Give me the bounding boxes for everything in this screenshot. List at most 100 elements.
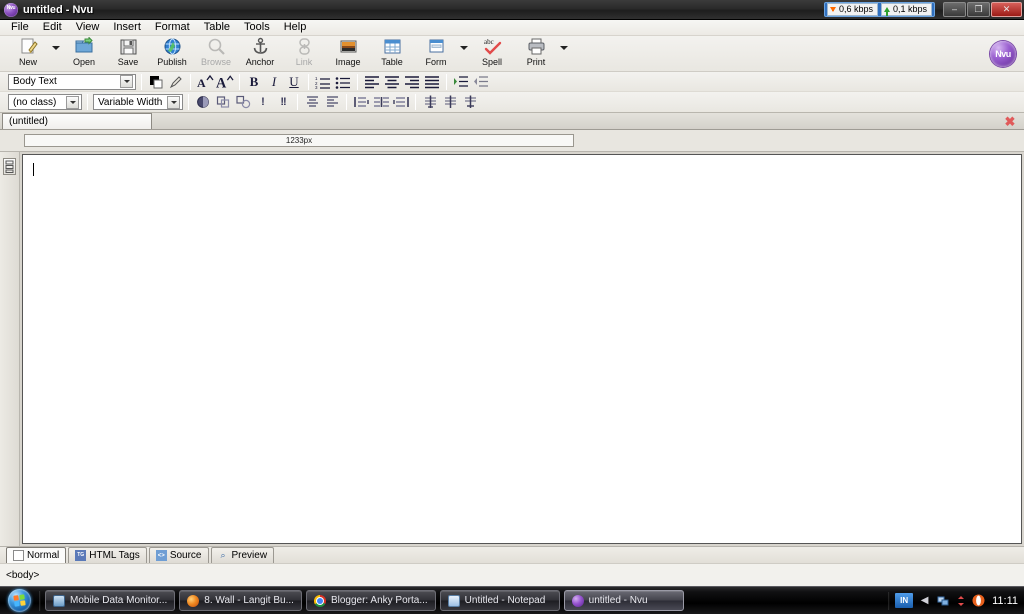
taskbar-item-nvu[interactable]: untitled - Nvu xyxy=(563,590,684,611)
network-icon[interactable] xyxy=(936,594,949,607)
menu-format[interactable]: Format xyxy=(148,20,197,35)
text-color-swatch[interactable] xyxy=(147,73,165,90)
anchor-button-label: Anchor xyxy=(245,57,275,67)
taskbar-item-label: untitled - Nvu xyxy=(588,595,648,606)
align-right-icon[interactable] xyxy=(403,73,421,90)
align-middle-icon[interactable] xyxy=(323,94,341,111)
paragraph-style-select[interactable]: Body Text xyxy=(8,73,136,90)
paragraph-marker-icon[interactable] xyxy=(3,158,16,175)
windows-taskbar: Mobile Data Monitor... 8. Wall - Langit … xyxy=(0,586,1024,614)
menu-edit[interactable]: Edit xyxy=(36,20,69,35)
publish-button[interactable]: Publish xyxy=(150,36,194,70)
tab-normal[interactable]: Normal xyxy=(6,547,67,563)
tab-preview[interactable]: ⌕ Preview xyxy=(210,547,275,563)
taskbar-item-notepad[interactable]: Untitled - Notepad xyxy=(439,590,560,611)
menu-help[interactable]: Help xyxy=(277,20,314,35)
close-tab-icon[interactable]: ✖ xyxy=(1003,114,1017,128)
delete-cell-icon[interactable] xyxy=(461,94,479,111)
status-bar: <body> xyxy=(0,563,1024,586)
menu-file[interactable]: File xyxy=(4,20,36,35)
taskbar-item-firefox-wall[interactable]: 8. Wall - Langit Bu... xyxy=(179,590,302,611)
svg-text:A: A xyxy=(197,76,206,90)
tab-html-tags[interactable]: TG HTML Tags xyxy=(68,547,147,563)
format-toolbar-row2: (no class) Variable Width ! !! xyxy=(0,92,1024,113)
open-folder-icon xyxy=(75,37,94,56)
document-tab-untitled[interactable]: (untitled) xyxy=(2,113,152,129)
delete-row-icon[interactable] xyxy=(441,94,459,111)
anchor-button[interactable]: Anchor xyxy=(238,36,282,70)
view-mode-tabs: Normal TG HTML Tags <> Source ⌕ Preview xyxy=(0,546,1024,563)
single-break-icon[interactable]: ! xyxy=(254,94,272,111)
delete-column-icon[interactable] xyxy=(421,94,439,111)
class-select-value: (no class) xyxy=(13,96,57,108)
document-tabstrip: (untitled) ✖ xyxy=(0,113,1024,130)
data-transfer-icon[interactable] xyxy=(954,594,967,607)
align-left-icon[interactable] xyxy=(363,73,381,90)
outdent-icon[interactable] xyxy=(472,73,490,90)
width-select[interactable]: Variable Width xyxy=(93,94,183,110)
bold-button[interactable]: B xyxy=(245,73,263,90)
decrease-font-size-button[interactable]: A xyxy=(196,73,214,90)
menu-table[interactable]: Table xyxy=(197,20,237,35)
table-background-icon[interactable] xyxy=(194,94,212,111)
network-monitor-gadget[interactable]: 0,6 kbps 0,1 kbps xyxy=(823,2,935,17)
insert-row-icon[interactable] xyxy=(392,94,410,111)
page-width-value[interactable]: 1233px xyxy=(24,134,574,147)
form-button[interactable]: Form xyxy=(414,36,458,70)
upload-rate-value: 0,1 kbps xyxy=(892,4,927,14)
class-select[interactable]: (no class) xyxy=(8,94,82,110)
underline-button[interactable]: U xyxy=(285,73,303,90)
new-button[interactable]: New xyxy=(6,36,50,70)
merge-cells-icon[interactable] xyxy=(214,94,232,111)
minimize-button[interactable]: – xyxy=(943,2,966,17)
menu-insert[interactable]: Insert xyxy=(106,20,148,35)
split-cell-icon[interactable] xyxy=(234,94,252,111)
print-button[interactable]: Print xyxy=(514,36,558,70)
save-button[interactable]: Save xyxy=(106,36,150,70)
double-break-icon[interactable]: !! xyxy=(274,94,292,111)
document-page[interactable] xyxy=(22,154,1022,544)
align-center-icon[interactable] xyxy=(383,73,401,90)
new-dropdown-arrow[interactable] xyxy=(50,36,62,70)
opera-icon[interactable] xyxy=(972,594,985,607)
element-path[interactable]: <body> xyxy=(6,570,39,581)
svg-text:A: A xyxy=(216,75,227,89)
italic-button[interactable]: I xyxy=(265,73,283,90)
spell-button[interactable]: abc Spell xyxy=(470,36,514,70)
align-top-icon[interactable] xyxy=(303,94,321,111)
preview-eye-icon: ⌕ xyxy=(220,550,226,560)
source-code-icon: <> xyxy=(155,550,167,561)
taskbar-item-mobile-data-monitor[interactable]: Mobile Data Monitor... xyxy=(45,590,176,611)
taskbar-clock[interactable]: 11:11 xyxy=(990,595,1018,607)
print-dropdown-arrow[interactable] xyxy=(558,36,570,70)
bulleted-list-icon[interactable] xyxy=(334,73,352,90)
table-button[interactable]: Table xyxy=(370,36,414,70)
increase-font-size-button[interactable]: A xyxy=(216,73,234,90)
menu-tools[interactable]: Tools xyxy=(237,20,277,35)
chrome-icon xyxy=(313,594,326,607)
new-document-icon xyxy=(19,37,38,56)
align-justify-icon[interactable] xyxy=(423,73,441,90)
indent-icon[interactable] xyxy=(452,73,470,90)
taskbar-item-blogger[interactable]: Blogger: Anky Porta... xyxy=(305,590,436,611)
close-button[interactable]: ✕ xyxy=(991,2,1022,17)
start-orb-icon[interactable] xyxy=(3,589,35,613)
numbered-list-icon[interactable]: 1 2 3 xyxy=(314,73,332,90)
language-indicator[interactable]: IN xyxy=(895,593,914,608)
highlight-color-icon[interactable] xyxy=(167,73,185,90)
link-button-label: Link xyxy=(295,57,313,67)
taskbar-item-label: Mobile Data Monitor... xyxy=(70,595,168,606)
maximize-button[interactable]: ❐ xyxy=(967,2,990,17)
menu-view[interactable]: View xyxy=(69,20,107,35)
image-button[interactable]: Image xyxy=(326,36,370,70)
desktop-screen: untitled - Nvu 0,6 kbps 0,1 kbps – ❐ ✕ F… xyxy=(0,0,1024,614)
form-dropdown-arrow[interactable] xyxy=(458,36,470,70)
tab-preview-label: Preview xyxy=(231,550,268,561)
tab-source[interactable]: <> Source xyxy=(148,547,209,563)
taskbar-item-label: Untitled - Notepad xyxy=(464,595,546,606)
form-button-label: Form xyxy=(425,57,447,67)
chevron-left-icon[interactable]: ◀ xyxy=(918,594,931,607)
insert-column-after-icon[interactable] xyxy=(372,94,390,111)
insert-column-before-icon[interactable] xyxy=(352,94,370,111)
open-button[interactable]: Open xyxy=(62,36,106,70)
